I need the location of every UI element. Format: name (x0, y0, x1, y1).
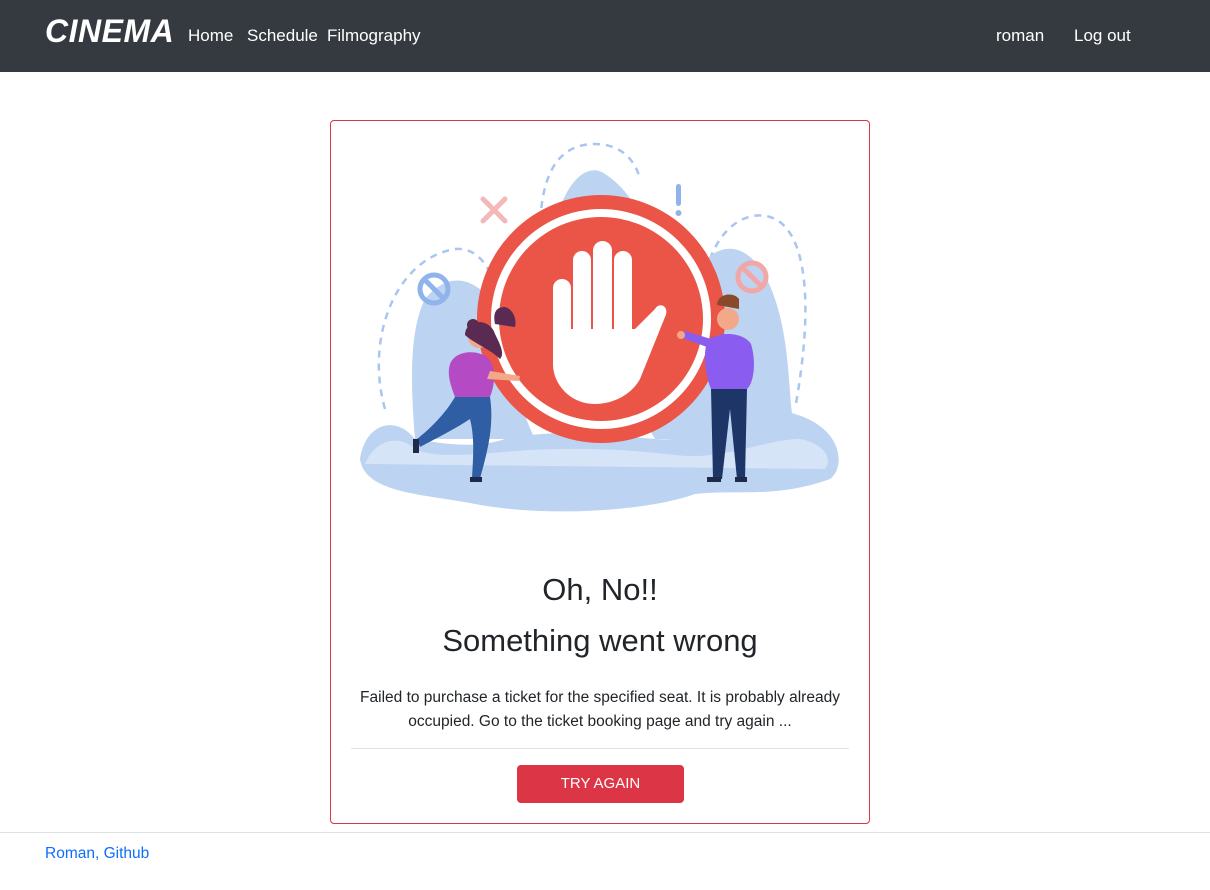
nav-logout-link[interactable]: Log out (1074, 26, 1131, 46)
nav-schedule-link[interactable]: Schedule (247, 26, 318, 46)
nav-user-link[interactable]: roman (996, 26, 1044, 46)
nav-home-link[interactable]: Home (188, 26, 233, 46)
error-subheading: Something went wrong (442, 623, 758, 658)
top-navbar: CINEMA Home Schedule Filmography roman L… (0, 0, 1210, 72)
error-card: Oh, No!! Something went wrong Failed to … (330, 120, 870, 824)
footer-divider (0, 832, 1210, 833)
card-divider (351, 748, 849, 749)
error-message: Failed to purchase a ticket for the spec… (360, 689, 840, 730)
error-heading: Oh, No!! (542, 572, 658, 607)
nav-filmography-link[interactable]: Filmography (327, 26, 421, 46)
footer-github-link[interactable]: Roman, Github (45, 845, 149, 863)
try-again-button[interactable]: TRY AGAIN (517, 765, 684, 803)
stop-hand-illustration (360, 142, 839, 512)
brand-logo[interactable]: CINEMA (45, 13, 174, 50)
